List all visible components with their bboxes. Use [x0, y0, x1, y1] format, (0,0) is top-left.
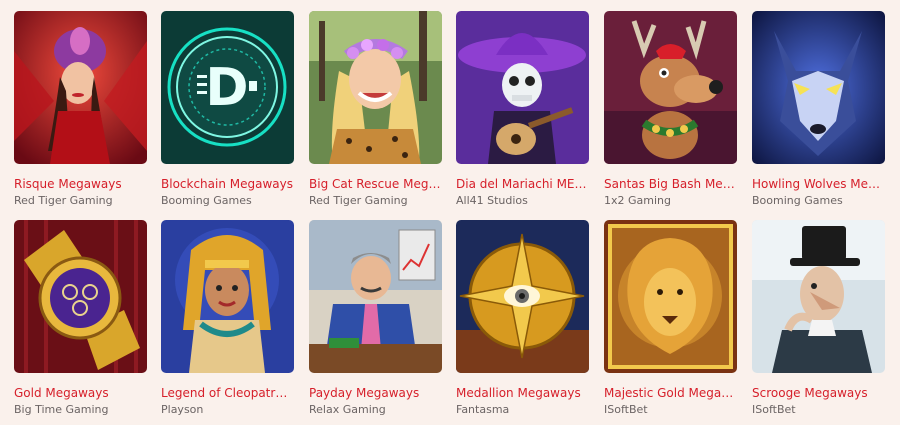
game-thumbnail[interactable] [456, 11, 589, 164]
game-thumbnail[interactable] [14, 220, 147, 373]
game-thumbnail[interactable]: D [161, 11, 294, 164]
game-card[interactable]: Big Cat Rescue Megaways Red Tiger Gaming [309, 11, 442, 207]
burlesque-dancer-icon [14, 11, 147, 164]
game-thumbnail[interactable] [604, 220, 737, 373]
golden-medallion-icon [456, 220, 589, 373]
game-provider: Playson [161, 403, 204, 416]
game-title[interactable]: Risque Megaways [14, 177, 147, 191]
game-title[interactable]: Medallion Megaways [456, 386, 589, 400]
wolf-icon [752, 11, 885, 164]
game-title[interactable]: Dia del Mariachi MEGAWAYS [456, 177, 589, 191]
game-card[interactable]: Payday Megaways Relax Gaming [309, 220, 442, 416]
game-provider: Red Tiger Gaming [309, 194, 408, 207]
game-title[interactable]: Legend of Cleopatra Megaways [161, 386, 294, 400]
game-provider: Big Time Gaming [14, 403, 109, 416]
game-title[interactable]: Payday Megaways [309, 386, 442, 400]
game-thumbnail[interactable] [456, 220, 589, 373]
game-grid: Risque Megaways Red Tiger Gaming D Block… [0, 0, 900, 425]
gold-watch-icon [14, 220, 147, 373]
game-thumbnail[interactable] [309, 11, 442, 164]
game-card[interactable]: Santas Big Bash Megaways 1x2 Gaming [604, 11, 737, 207]
game-title[interactable]: Big Cat Rescue Megaways [309, 177, 442, 191]
game-provider: Booming Games [752, 194, 843, 207]
game-title[interactable]: Majestic Gold Megaways [604, 386, 737, 400]
game-title[interactable]: Gold Megaways [14, 386, 147, 400]
game-title[interactable]: Howling Wolves Megaways [752, 177, 885, 191]
game-thumbnail[interactable] [752, 220, 885, 373]
game-provider: Relax Gaming [309, 403, 386, 416]
skeleton-mariachi-icon [456, 11, 589, 164]
game-card[interactable]: D Blockchain Megaways Booming Games [161, 11, 294, 207]
game-provider: Fantasma [456, 403, 510, 416]
crypto-coin-icon: D [161, 11, 294, 164]
businessman-icon [309, 220, 442, 373]
game-card[interactable]: Dia del Mariachi MEGAWAYS All41 Studios [456, 11, 589, 207]
game-thumbnail[interactable] [604, 11, 737, 164]
reindeer-icon [604, 11, 737, 164]
game-provider: Booming Games [161, 194, 252, 207]
game-card[interactable]: Medallion Megaways Fantasma [456, 220, 589, 416]
game-provider: 1x2 Gaming [604, 194, 671, 207]
woman-flower-crown-icon [309, 11, 442, 164]
game-card[interactable]: Gold Megaways Big Time Gaming [14, 220, 147, 416]
game-title[interactable]: Blockchain Megaways [161, 177, 294, 191]
game-provider: All41 Studios [456, 194, 528, 207]
game-card[interactable]: Majestic Gold Megaways ISoftBet [604, 220, 737, 416]
game-provider: ISoftBet [752, 403, 796, 416]
game-thumbnail[interactable] [161, 220, 294, 373]
game-thumbnail[interactable] [309, 220, 442, 373]
game-card[interactable]: Scrooge Megaways ISoftBet [752, 220, 885, 416]
game-thumbnail[interactable] [752, 11, 885, 164]
svg-text:D: D [205, 58, 248, 118]
game-title[interactable]: Santas Big Bash Megaways [604, 177, 737, 191]
game-card[interactable]: Legend of Cleopatra Megaways Playson [161, 220, 294, 416]
golden-lion-icon [604, 220, 737, 373]
game-card[interactable]: Risque Megaways Red Tiger Gaming [14, 11, 147, 207]
game-provider: Red Tiger Gaming [14, 194, 113, 207]
game-thumbnail[interactable] [14, 11, 147, 164]
cleopatra-icon [161, 220, 294, 373]
game-provider: ISoftBet [604, 403, 648, 416]
scrooge-icon [752, 220, 885, 373]
game-card[interactable]: Howling Wolves Megaways Booming Games [752, 11, 885, 207]
game-title[interactable]: Scrooge Megaways [752, 386, 885, 400]
